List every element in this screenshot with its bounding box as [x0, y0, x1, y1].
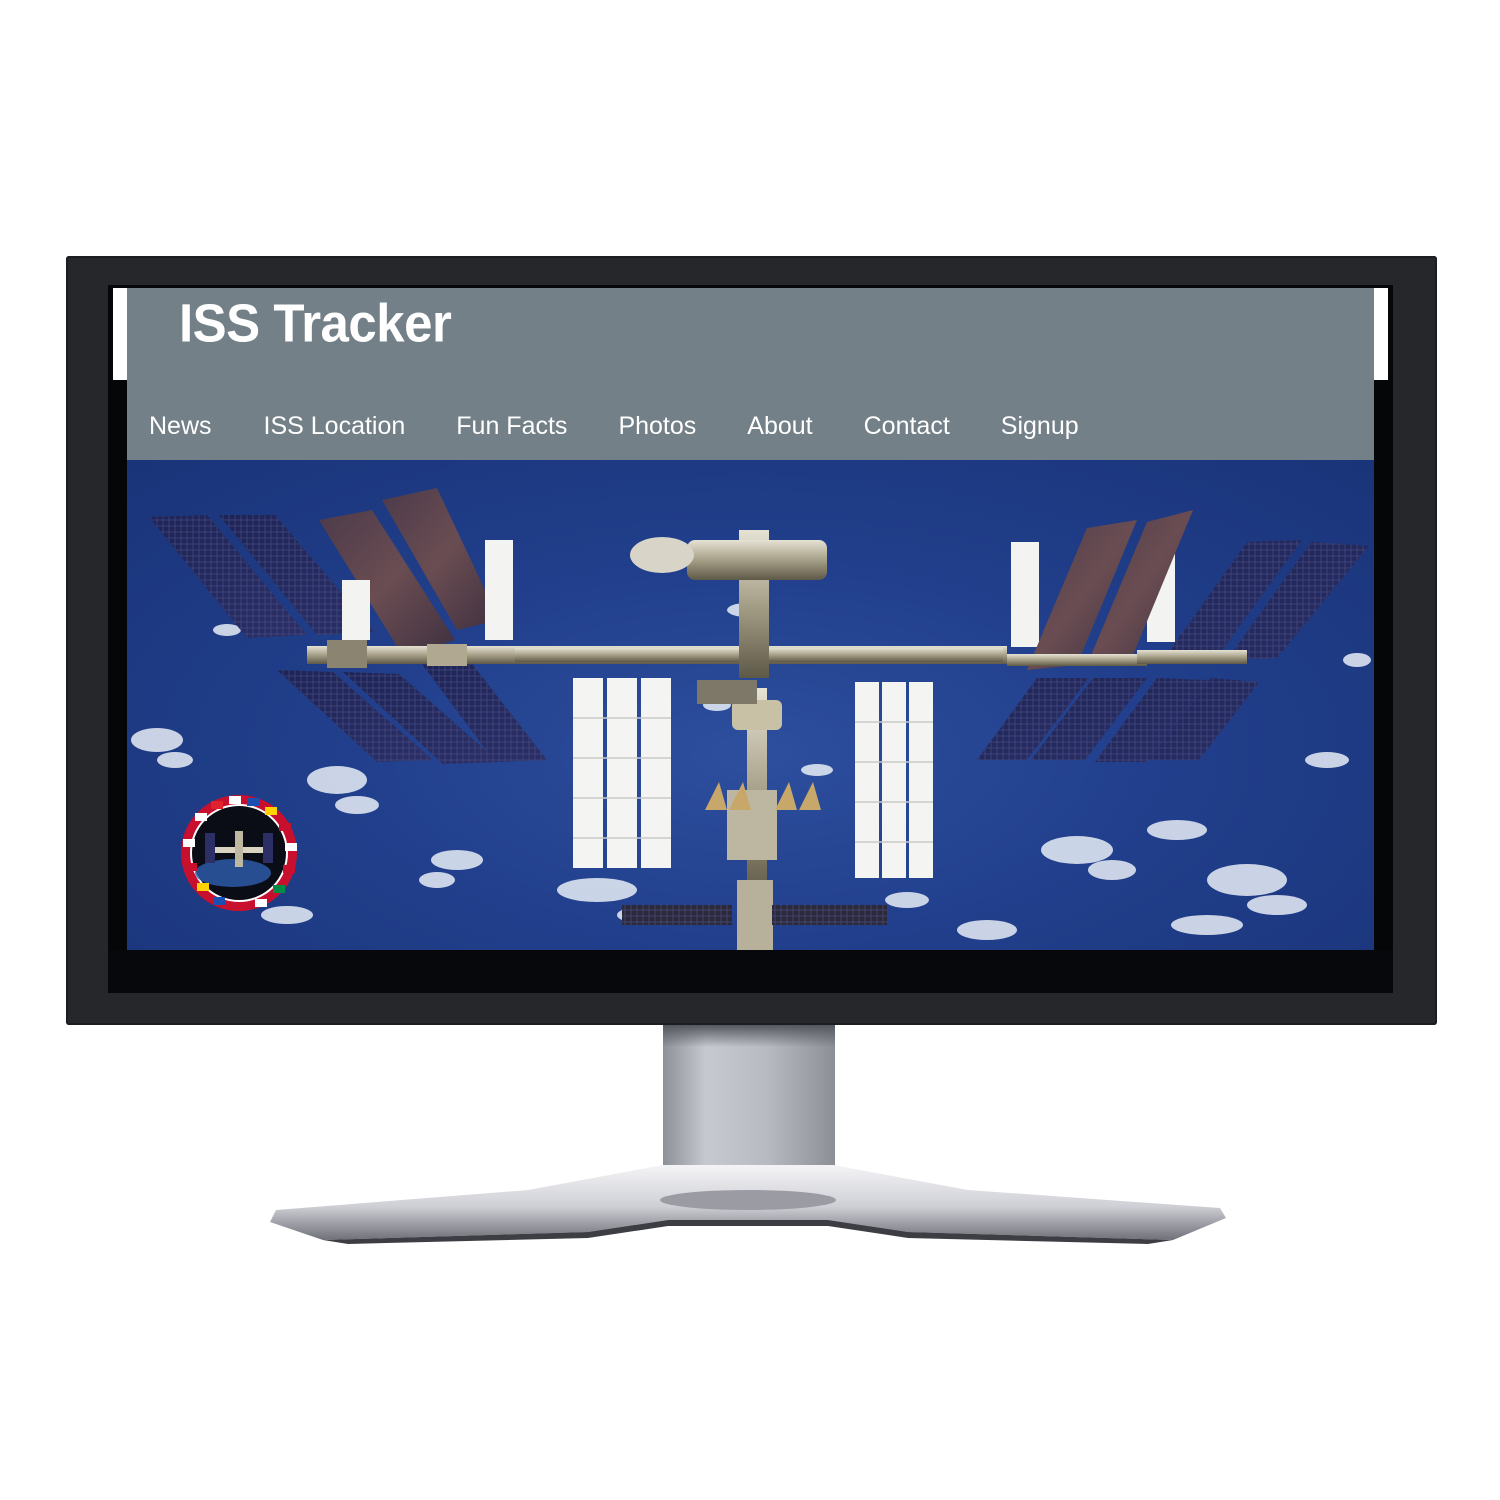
site-title[interactable]: ISS Tracker: [179, 292, 452, 354]
main-nav: News ISS Location Fun Facts Photos About…: [127, 406, 1079, 446]
left-solar-arrays: [149, 488, 547, 764]
nav-fun-facts[interactable]: Fun Facts: [456, 412, 567, 441]
nav-news[interactable]: News: [149, 412, 212, 441]
iss-photo: [131, 488, 1371, 950]
nav-signup[interactable]: Signup: [1001, 412, 1079, 441]
hero-image: [127, 460, 1374, 950]
page-edge-right: [1374, 288, 1388, 380]
nav-photos[interactable]: Photos: [618, 412, 696, 441]
monitor-stand-base: [270, 1165, 1226, 1244]
screen-lower-border: [108, 950, 1393, 993]
nav-contact[interactable]: Contact: [864, 412, 950, 441]
page-edge-left: [113, 288, 127, 380]
monitor-stand-shadow: [663, 1025, 835, 1047]
nav-iss-location[interactable]: ISS Location: [264, 412, 406, 441]
right-solar-arrays: [977, 510, 1369, 762]
nav-about[interactable]: About: [747, 412, 812, 441]
iss-program-patch-icon: [181, 795, 297, 911]
site-header: ISS Tracker News ISS Location Fun Facts …: [127, 288, 1374, 460]
